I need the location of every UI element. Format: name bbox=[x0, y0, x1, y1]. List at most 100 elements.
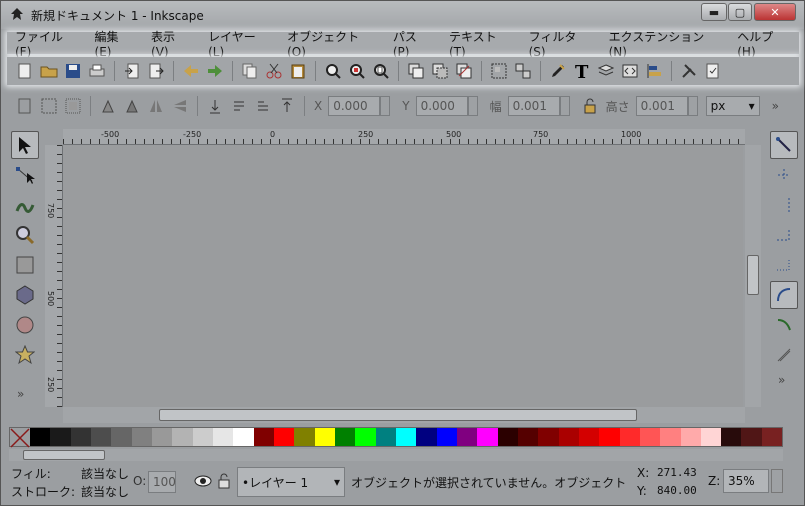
color-swatch[interactable] bbox=[741, 428, 762, 446]
node-tool-icon[interactable] bbox=[11, 161, 39, 189]
color-swatch[interactable] bbox=[131, 428, 152, 446]
group-icon[interactable] bbox=[489, 61, 509, 81]
menu-edit[interactable]: 編集(E) bbox=[87, 28, 143, 59]
snap-paths-icon[interactable] bbox=[770, 311, 798, 339]
color-swatch[interactable] bbox=[619, 428, 640, 446]
snap-bbox-icon[interactable] bbox=[770, 161, 798, 189]
color-swatch[interactable] bbox=[599, 428, 620, 446]
snap-bbox-midpoint-icon[interactable] bbox=[770, 251, 798, 279]
export-icon[interactable] bbox=[146, 61, 166, 81]
snap-toggle-icon[interactable] bbox=[770, 131, 798, 159]
color-swatch[interactable] bbox=[294, 428, 315, 446]
duplicate-icon[interactable] bbox=[406, 61, 426, 81]
more-snaps-button[interactable]: » bbox=[778, 373, 800, 387]
drawing-canvas[interactable] bbox=[63, 145, 743, 407]
color-swatch[interactable] bbox=[90, 428, 112, 446]
layers-icon[interactable] bbox=[596, 61, 616, 81]
text-font-icon[interactable]: T bbox=[572, 61, 592, 81]
lower-icon[interactable] bbox=[229, 96, 249, 116]
color-swatch[interactable] bbox=[50, 428, 71, 446]
print-icon[interactable] bbox=[87, 61, 107, 81]
cut-icon[interactable] bbox=[264, 61, 284, 81]
color-swatch[interactable] bbox=[253, 428, 274, 446]
horizontal-scrollbar[interactable] bbox=[63, 407, 745, 423]
xml-editor-icon[interactable] bbox=[620, 61, 640, 81]
undo-icon[interactable] bbox=[181, 61, 201, 81]
fill-stroke-icon[interactable] bbox=[548, 61, 568, 81]
zoom-drawing-icon[interactable] bbox=[347, 61, 367, 81]
color-swatch[interactable] bbox=[477, 428, 498, 446]
color-swatch[interactable] bbox=[172, 428, 193, 446]
color-swatch[interactable] bbox=[639, 428, 661, 446]
color-swatch[interactable] bbox=[700, 428, 722, 446]
rotate-cw-icon[interactable] bbox=[122, 96, 142, 116]
no-color-swatch[interactable] bbox=[10, 428, 30, 448]
snap-intersection-icon[interactable] bbox=[770, 341, 798, 369]
deselect-icon[interactable] bbox=[63, 96, 83, 116]
y-spinner[interactable] bbox=[467, 96, 478, 116]
new-icon[interactable] bbox=[15, 61, 35, 81]
select-all-layers-icon[interactable] bbox=[39, 96, 59, 116]
selector-tool-icon[interactable] bbox=[11, 131, 39, 159]
unlink-clone-icon[interactable] bbox=[454, 61, 474, 81]
tweak-tool-icon[interactable] bbox=[11, 191, 39, 219]
color-swatch[interactable] bbox=[538, 428, 559, 446]
close-button[interactable]: ✕ bbox=[754, 3, 796, 21]
color-swatch[interactable] bbox=[334, 428, 356, 446]
more-tools-button[interactable]: » bbox=[17, 387, 43, 401]
zoom-input[interactable]: 35% bbox=[723, 469, 769, 493]
color-swatch[interactable] bbox=[761, 428, 783, 446]
horizontal-scroll-thumb[interactable] bbox=[159, 409, 637, 421]
color-swatch[interactable] bbox=[192, 428, 213, 446]
menu-path[interactable]: パス(P) bbox=[385, 28, 441, 59]
color-swatch[interactable] bbox=[233, 428, 254, 446]
import-icon[interactable] bbox=[122, 61, 142, 81]
x-spinner[interactable] bbox=[380, 96, 391, 116]
clone-icon[interactable] bbox=[430, 61, 450, 81]
height-spinner[interactable] bbox=[687, 96, 698, 116]
layer-select[interactable]: •レイヤー 1 ▾ bbox=[237, 467, 345, 497]
vertical-scrollbar[interactable] bbox=[745, 145, 761, 407]
flip-horizontal-icon[interactable] bbox=[146, 96, 166, 116]
color-swatch[interactable] bbox=[558, 428, 579, 446]
color-swatch[interactable] bbox=[273, 428, 295, 446]
vertical-scroll-thumb[interactable] bbox=[747, 255, 759, 295]
snap-nodes-icon[interactable] bbox=[770, 281, 798, 309]
paste-icon[interactable] bbox=[288, 61, 308, 81]
color-swatch[interactable] bbox=[517, 428, 539, 446]
opacity-input[interactable]: 100 bbox=[148, 471, 176, 493]
zoom-tool-icon[interactable] bbox=[11, 221, 39, 249]
ungroup-icon[interactable] bbox=[513, 61, 533, 81]
color-swatch[interactable] bbox=[436, 428, 457, 446]
raise-to-top-icon[interactable] bbox=[277, 96, 297, 116]
snap-bbox-edge-icon[interactable] bbox=[770, 191, 798, 219]
color-swatch[interactable] bbox=[111, 428, 132, 446]
redo-icon[interactable] bbox=[205, 61, 225, 81]
more-controls-button[interactable]: » bbox=[772, 99, 779, 113]
y-input[interactable]: 0.000 bbox=[415, 96, 468, 116]
align-icon[interactable] bbox=[644, 61, 664, 81]
palette-scrollbar[interactable] bbox=[9, 449, 783, 461]
lock-icon[interactable] bbox=[580, 96, 600, 116]
menu-file[interactable]: ファイル(F) bbox=[7, 28, 87, 59]
rect-tool-icon[interactable] bbox=[11, 251, 39, 279]
color-swatch[interactable] bbox=[416, 428, 437, 446]
document-properties-icon[interactable] bbox=[703, 61, 723, 81]
menu-object[interactable]: オブジェクト(O) bbox=[279, 28, 385, 59]
lower-to-bottom-icon[interactable] bbox=[205, 96, 225, 116]
fill-value[interactable]: 該当なし bbox=[81, 465, 129, 482]
menu-text[interactable]: テキスト(T) bbox=[441, 28, 521, 59]
snap-bbox-corner-icon[interactable] bbox=[770, 221, 798, 249]
menu-layer[interactable]: レイヤー(L) bbox=[200, 28, 279, 59]
flip-vertical-icon[interactable] bbox=[170, 96, 190, 116]
menu-view[interactable]: 表示(V) bbox=[143, 28, 200, 59]
palette-scroll-thumb[interactable] bbox=[23, 450, 105, 460]
color-swatch[interactable] bbox=[497, 428, 518, 446]
color-swatch[interactable] bbox=[212, 428, 234, 446]
color-swatch[interactable] bbox=[375, 428, 396, 446]
color-swatch[interactable] bbox=[355, 428, 376, 446]
color-swatch[interactable] bbox=[70, 428, 91, 446]
menu-help[interactable]: ヘルプ(H) bbox=[729, 28, 799, 59]
height-input[interactable]: 0.001 bbox=[635, 96, 688, 116]
width-input[interactable]: 0.001 bbox=[507, 96, 560, 116]
